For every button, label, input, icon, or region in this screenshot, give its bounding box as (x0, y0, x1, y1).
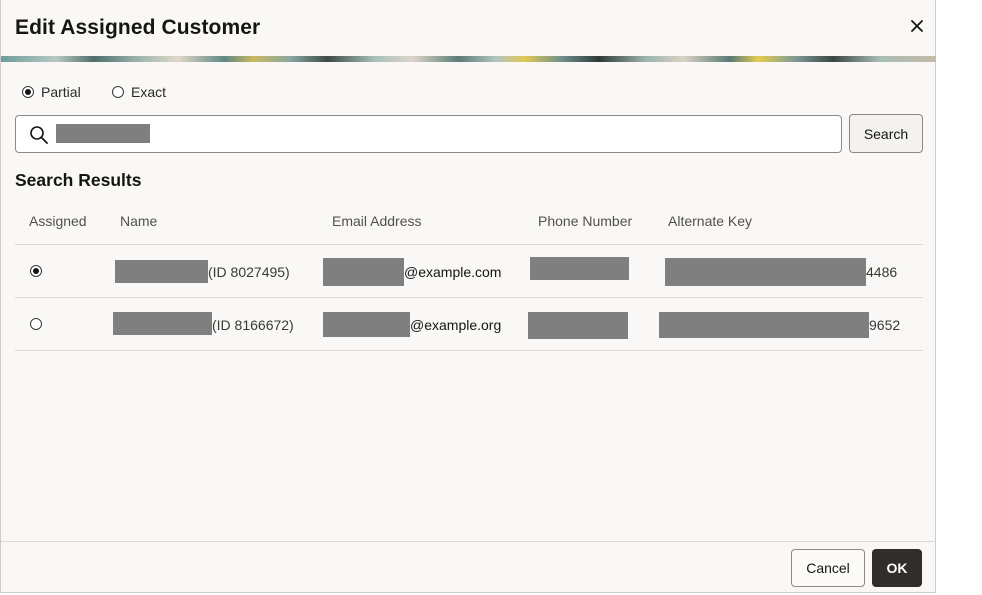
column-header-email: Email Address (332, 213, 422, 229)
dialog-title: Edit Assigned Customer (15, 16, 261, 39)
search-value-redacted (56, 124, 150, 143)
cancel-button[interactable]: Cancel (791, 549, 865, 587)
column-header-alternate-key: Alternate Key (668, 213, 753, 229)
close-button[interactable] (905, 14, 929, 38)
radio-partial-indicator[interactable] (22, 86, 34, 98)
column-header-name: Name (120, 213, 158, 229)
radio-partial[interactable]: Partial (22, 84, 81, 100)
row-divider (15, 350, 923, 351)
alternate-key-redacted (665, 258, 866, 286)
edit-assigned-customer-dialog: Edit Assigned Customer Partial Exact Sea… (0, 0, 936, 593)
dialog-left-border (0, 0, 1, 593)
radio-exact[interactable]: Exact (112, 84, 166, 100)
customer-id: (ID 8027495) (208, 264, 290, 280)
search-input[interactable] (15, 115, 842, 153)
name-redacted (115, 260, 208, 283)
column-header-assigned: Assigned (29, 213, 87, 229)
search-button[interactable]: Search (849, 114, 923, 153)
ok-button[interactable]: OK (872, 549, 922, 587)
email-redacted (323, 312, 410, 337)
row-assigned-radio[interactable] (30, 318, 42, 330)
decorative-banner (0, 56, 936, 62)
header-divider (15, 244, 923, 245)
radio-exact-indicator[interactable] (112, 86, 124, 98)
row-divider (15, 297, 923, 298)
footer-divider (0, 541, 936, 542)
column-header-phone: Phone Number (538, 213, 633, 229)
alternate-key-suffix: 9652 (869, 317, 901, 333)
alternate-key-redacted (659, 312, 869, 338)
search-icon (30, 126, 48, 144)
phone-redacted (528, 312, 628, 339)
row-assigned-radio[interactable] (30, 265, 42, 277)
radio-exact-label: Exact (131, 84, 167, 100)
radio-partial-label: Partial (41, 84, 81, 100)
name-redacted (113, 312, 212, 335)
phone-redacted (530, 257, 629, 280)
close-icon (911, 20, 923, 32)
email-domain: @example.com (404, 264, 502, 280)
email-redacted (323, 258, 404, 286)
search-results-title: Search Results (15, 170, 142, 190)
email-domain: @example.org (410, 317, 502, 333)
alternate-key-suffix: 4486 (866, 264, 898, 280)
customer-id: (ID 8166672) (212, 317, 294, 333)
